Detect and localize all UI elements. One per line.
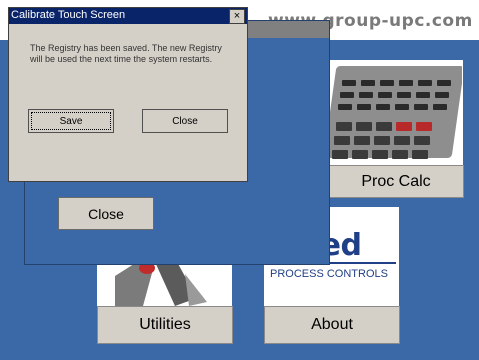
proc-calc-tile-image[interactable] [328,60,463,165]
logo-subtitle: PROCESS CONTROLS [270,268,388,280]
background-close-button[interactable]: Close [58,197,154,230]
utilities-icon [115,262,207,306]
close-button[interactable]: Close [142,109,228,133]
calculator-icon [328,60,462,160]
dialog-message: The Registry has been saved. The new Reg… [30,43,222,64]
dialog-titlebar: Calibrate Touch Screen × [9,8,247,24]
close-icon[interactable]: × [229,9,245,24]
utilities-button[interactable]: Utilities [97,306,233,344]
proc-calc-button[interactable]: Proc Calc [328,165,464,198]
dialog-title: Calibrate Touch Screen [11,9,126,21]
save-button[interactable]: Save [28,109,114,133]
utilities-tile-image[interactable] [97,262,232,306]
calibrate-touch-screen-dialog: Calibrate Touch Screen × The Registry ha… [8,7,248,182]
about-button[interactable]: About [264,306,400,344]
